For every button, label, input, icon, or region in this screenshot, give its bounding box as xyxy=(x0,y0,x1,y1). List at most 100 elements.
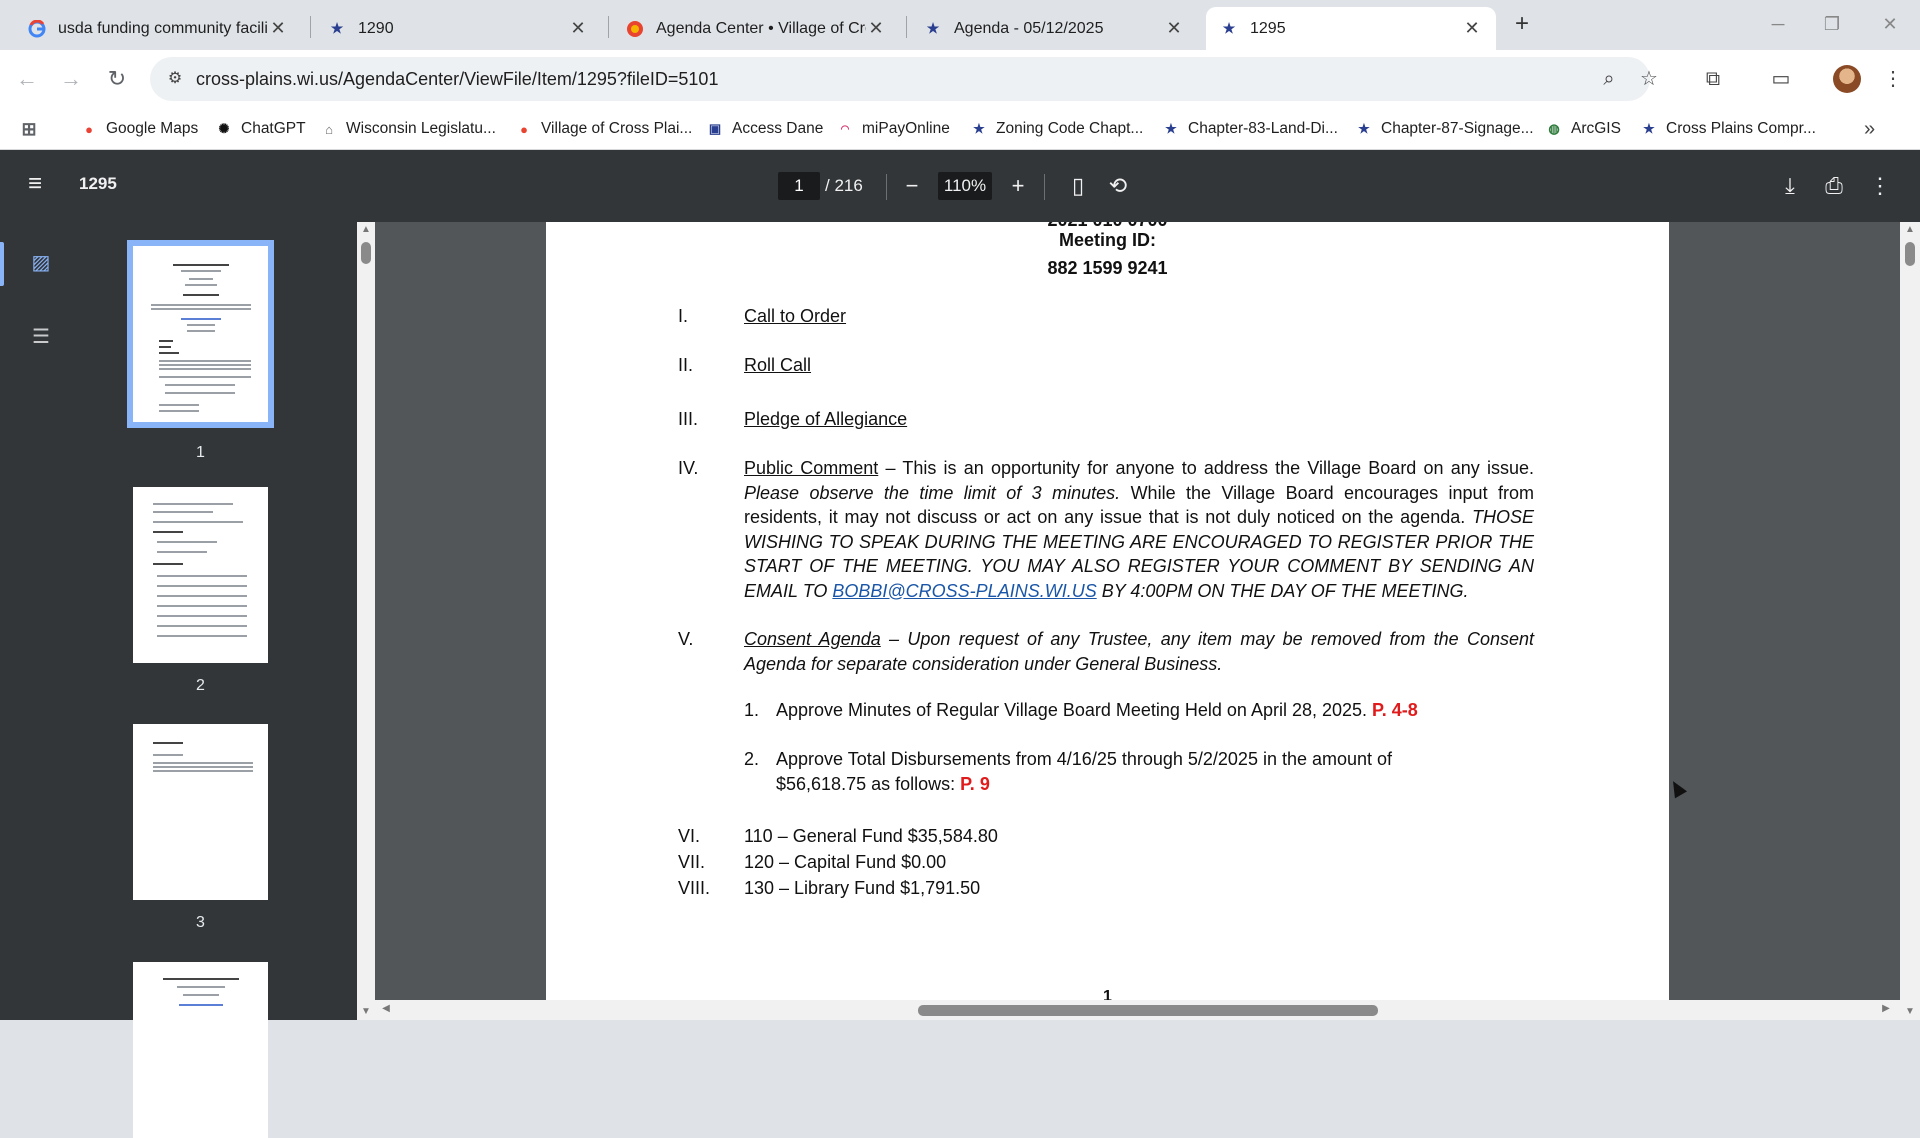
forward-icon[interactable]: → xyxy=(56,64,86,94)
tab-usda-search[interactable]: usda funding community facilit ✕ xyxy=(14,7,302,50)
page-reference: P. 4-8 xyxy=(1372,700,1418,720)
scroll-down-icon[interactable]: ▼ xyxy=(357,1006,375,1017)
google-maps-icon: ● xyxy=(85,121,93,137)
bookmark-chatgpt[interactable]: ✺ ChatGPT xyxy=(215,118,306,140)
bookmark-chapter-83[interactable]: ★ Chapter-83-Land-Di... xyxy=(1162,118,1338,140)
bookmark-label: Google Maps xyxy=(106,120,199,137)
bookmark-chapter-87[interactable]: ★ Chapter-87-Signage... xyxy=(1355,118,1534,140)
bookmark-star-icon[interactable]: ☆ xyxy=(1634,64,1664,94)
item-heading: Consent Agenda xyxy=(744,629,881,649)
thumbnail-page-3[interactable] xyxy=(133,724,268,900)
site-info-icon[interactable]: ⚙ xyxy=(164,68,186,90)
browser-toolbar: ← → ↻ ⚙ cross-plains.wi.us/AgendaCenter/… xyxy=(0,50,1920,108)
bookmark-zoning-code[interactable]: ★ Zoning Code Chapt... xyxy=(970,118,1143,140)
village-logo-icon: ★ xyxy=(973,121,985,136)
item-number: VII. xyxy=(678,852,706,872)
village-logo-icon: ★ xyxy=(1222,20,1236,36)
tab-divider xyxy=(310,16,311,38)
subitem-body: Approve Total Disbursements from 4/16/25… xyxy=(776,747,1466,796)
pdf-page: 2021 010 0700 Meeting ID: 882 1599 9241 … xyxy=(546,222,1669,1000)
bookmark-access-dane[interactable]: ▣ Access Dane xyxy=(706,118,823,140)
bookmark-label: Chapter-83-Land-Di... xyxy=(1188,120,1338,137)
toolbar-divider xyxy=(886,174,887,200)
outline-icon[interactable]: ☰ xyxy=(28,324,54,350)
meeting-id: 882 1599 9241 xyxy=(1047,258,1168,278)
tab-agenda-0512[interactable]: ★ Agenda - 05/12/2025 ✕ xyxy=(910,7,1198,50)
subitem-number: 2. xyxy=(744,749,760,769)
back-icon[interactable]: ← xyxy=(12,64,42,94)
tab-title: usda funding community facilit xyxy=(58,19,268,37)
item-text: – This is an opportunity for anyone to a… xyxy=(878,458,1534,478)
access-dane-icon: ▣ xyxy=(708,121,722,136)
scroll-up-icon[interactable]: ▲ xyxy=(357,224,375,235)
cast-icon[interactable]: ▭ xyxy=(1766,64,1796,94)
close-icon[interactable]: ✕ xyxy=(568,18,588,39)
scrollbar-thumb[interactable] xyxy=(1905,242,1915,266)
item-text: BY 4:00PM ON THE DAY OF THE MEETING. xyxy=(1096,580,1469,601)
document-horizontal-scrollbar[interactable]: ◀ ▶ xyxy=(375,1000,1900,1020)
close-icon[interactable]: ✕ xyxy=(1462,18,1482,39)
scroll-down-icon[interactable]: ▼ xyxy=(1901,1006,1919,1017)
fit-page-icon[interactable]: ▯ xyxy=(1064,172,1092,200)
hamburger-menu-icon[interactable]: ≡ xyxy=(28,172,52,196)
pdf-title: 1295 xyxy=(79,174,117,193)
print-icon[interactable]: ⎙ xyxy=(1820,172,1848,200)
item-number: III. xyxy=(678,409,699,429)
scrollbar-thumb[interactable] xyxy=(361,242,371,264)
tab-1290[interactable]: ★ 1290 ✕ xyxy=(314,7,602,50)
village-logo-icon: ★ xyxy=(926,20,940,36)
close-window-icon[interactable]: ✕ xyxy=(1870,10,1910,38)
extensions-icon[interactable]: ⧉ xyxy=(1698,64,1728,94)
restore-icon[interactable]: ❐ xyxy=(1812,10,1852,38)
profile-avatar[interactable] xyxy=(1833,65,1861,93)
tab-title: 1290 xyxy=(358,19,394,37)
bookmark-label: Cross Plains Compr... xyxy=(1666,120,1816,137)
rotate-icon[interactable]: ⟲ xyxy=(1104,172,1132,200)
thumbnail-page-2[interactable] xyxy=(133,487,268,663)
new-tab-button[interactable]: + xyxy=(1508,10,1536,38)
address-bar[interactable]: ⚙ cross-plains.wi.us/AgendaCenter/ViewFi… xyxy=(150,57,1658,101)
thumbnail-scrollbar[interactable]: ▲ ▼ xyxy=(357,222,375,1020)
bookmark-village-cross-plains[interactable]: ● Village of Cross Plai... xyxy=(515,118,692,140)
more-bookmarks-icon[interactable]: » xyxy=(1864,118,1875,140)
thumbnail-page-1[interactable] xyxy=(127,240,274,428)
zoom-icon[interactable]: ⌕ xyxy=(1594,64,1624,94)
thumbnails-icon[interactable]: ▨ xyxy=(28,250,54,276)
scroll-right-icon[interactable]: ▶ xyxy=(1877,1003,1895,1014)
close-icon[interactable]: ✕ xyxy=(268,18,288,39)
thumbnail-page-4[interactable] xyxy=(133,962,268,1138)
zoom-in-icon[interactable]: + xyxy=(1004,172,1032,200)
pdf-more-icon[interactable]: ⋮ xyxy=(1866,172,1894,200)
pdf-viewer: ▨ ☰ 1 2 3 ▲ ▼ Meeting ID: 882 1599 9241 … xyxy=(0,222,1920,1138)
document-vertical-scrollbar[interactable]: ▲ ▼ xyxy=(1900,222,1920,1020)
bookmark-wisconsin-legislature[interactable]: ⌂ Wisconsin Legislatu... xyxy=(320,118,496,140)
scroll-up-icon[interactable]: ▲ xyxy=(1901,224,1919,235)
minimize-icon[interactable]: ─ xyxy=(1758,10,1798,38)
item-number: V. xyxy=(678,629,694,649)
bookmark-arcgis[interactable]: ◍ ArcGIS xyxy=(1545,118,1621,140)
fund-text: 130 – Library Fund $1,791.50 xyxy=(744,878,981,898)
zoom-out-icon[interactable]: − xyxy=(898,172,926,200)
scrollbar-thumb[interactable] xyxy=(918,1005,1378,1016)
tab-title: 1295 xyxy=(1250,19,1286,37)
bookmark-cross-plains-comprehensive[interactable]: ★ Cross Plains Compr... xyxy=(1640,118,1816,140)
url-text[interactable]: cross-plains.wi.us/AgendaCenter/ViewFile… xyxy=(196,69,718,90)
scroll-left-icon[interactable]: ◀ xyxy=(377,1003,395,1014)
item-body: Public Comment – This is an opportunity … xyxy=(744,456,1534,603)
apps-grid-icon[interactable]: ⊞ xyxy=(20,118,46,140)
download-icon[interactable]: ⤓ xyxy=(1776,172,1804,200)
more-menu-icon[interactable]: ⋮ xyxy=(1878,64,1908,94)
bookmark-google-maps[interactable]: ● Google Maps xyxy=(80,118,198,140)
zoom-level-input[interactable]: 110% xyxy=(938,172,992,200)
item-number: VI. xyxy=(678,826,701,846)
meeting-id-label: Meeting ID: xyxy=(1059,230,1156,250)
tab-agenda-center[interactable]: Agenda Center • Village of Cros ✕ xyxy=(612,7,900,50)
bookmark-mipayonline[interactable]: ◠ miPayOnline xyxy=(836,118,950,140)
reload-icon[interactable]: ↻ xyxy=(102,64,132,94)
close-icon[interactable]: ✕ xyxy=(1164,18,1184,39)
tab-1295-active[interactable]: ★ 1295 ✕ xyxy=(1206,7,1496,50)
email-link[interactable]: BOBBI@CROSS-PLAINS.WI.US xyxy=(832,581,1096,601)
close-icon[interactable]: ✕ xyxy=(866,18,886,39)
page-number-input[interactable]: 1 xyxy=(778,172,820,200)
bookmark-label: Chapter-87-Signage... xyxy=(1381,120,1534,137)
